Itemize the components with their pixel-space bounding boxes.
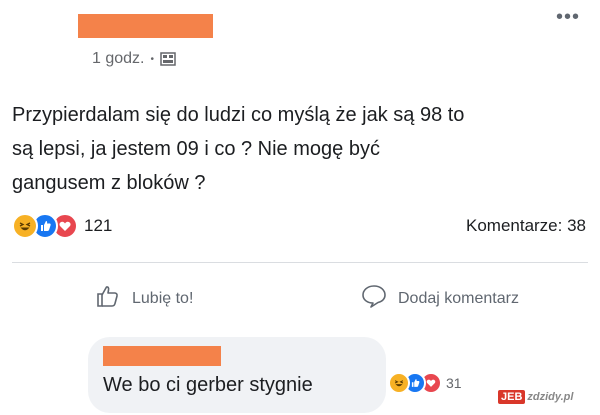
reaction-count: 121	[84, 216, 113, 235]
thumbs-up-icon	[94, 282, 122, 315]
commenter-name-redaction	[103, 346, 221, 366]
more-options-icon[interactable]: •••	[556, 6, 580, 29]
meta-separator: •	[150, 53, 154, 65]
comment-button-label: Dodaj komentarz	[398, 289, 519, 307]
comment-bubble-icon	[360, 282, 388, 315]
post-meta: 1 godz. •	[92, 50, 176, 68]
like-button[interactable]: Lubię to!	[94, 282, 193, 315]
comments-count[interactable]: Komentarze: 38	[466, 216, 586, 236]
post-body-text: Przypierdalam się do ludzi co myślą że j…	[12, 104, 465, 194]
comment-reactions[interactable]: 31	[388, 372, 462, 394]
comment-reaction-count: 31	[446, 375, 462, 391]
divider	[12, 262, 588, 263]
watermark-part2: zdzidy.pl	[527, 391, 574, 403]
author-name-redaction	[78, 14, 213, 38]
comment-button[interactable]: Dodaj komentarz	[360, 282, 519, 315]
public-globe-icon	[160, 51, 176, 67]
haha-reaction-icon	[12, 213, 38, 239]
post-reactions[interactable]: 121	[12, 213, 112, 239]
site-watermark: JEB zdzidy.pl	[498, 390, 573, 404]
haha-reaction-icon	[388, 372, 410, 394]
comment-text: We bo ci gerber stygnie	[103, 374, 313, 396]
like-button-label: Lubię to!	[132, 289, 194, 307]
post-time[interactable]: 1 godz.	[92, 50, 144, 68]
watermark-part1: JEB	[498, 390, 526, 404]
